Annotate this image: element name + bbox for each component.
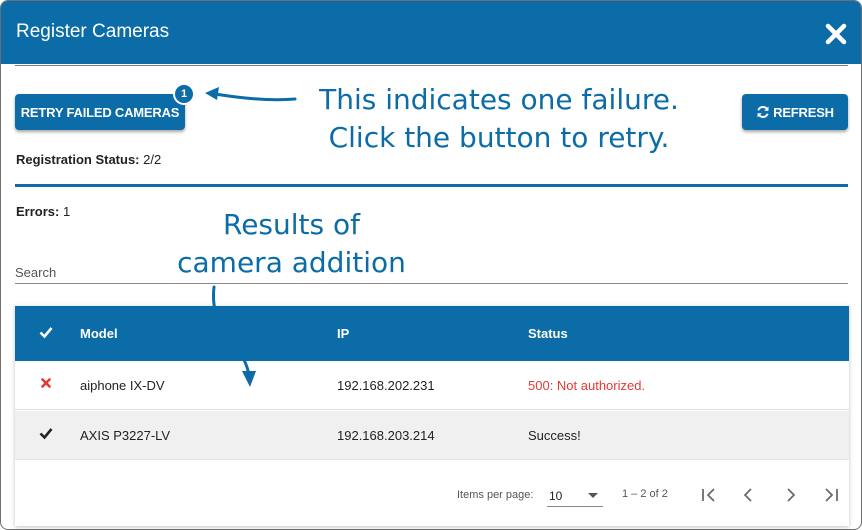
annotation-failure: This indicates one failure. Click the bu… — [299, 81, 699, 157]
select-all-check-icon[interactable] — [39, 325, 53, 342]
column-header-status[interactable]: Status — [528, 326, 568, 341]
dialog-header: Register Cameras — [1, 1, 861, 64]
first-page-icon[interactable] — [697, 483, 721, 507]
cell-ip: 192.168.203.214 — [337, 428, 435, 443]
last-page-icon[interactable] — [819, 483, 843, 507]
retry-failed-cameras-button[interactable]: RETRY FAILED CAMERAS — [15, 94, 185, 130]
registration-status: Registration Status: 2/2 — [16, 152, 161, 167]
next-page-icon[interactable] — [779, 483, 803, 507]
page-size-select[interactable]: 10 — [547, 483, 603, 507]
errors-label: Errors: — [16, 204, 60, 219]
paginator: Items per page: 10 1 – 2 of 2 — [15, 461, 849, 526]
error-x-icon — [39, 376, 53, 390]
errors-count: Errors: 1 — [16, 204, 70, 219]
cell-ip: 192.168.202.231 — [337, 378, 435, 393]
annotation-results: Results of camera addition — [149, 206, 434, 282]
refresh-button-label: REFRESH — [773, 104, 834, 120]
refresh-button[interactable]: REFRESH — [742, 94, 848, 130]
annotation-results-line2: camera addition — [177, 246, 406, 279]
cell-model: aiphone IX-DV — [80, 378, 165, 393]
column-header-ip[interactable]: IP — [337, 326, 349, 341]
annotation-failure-line1: This indicates one failure. — [319, 83, 679, 116]
table-row[interactable]: aiphone IX-DV 192.168.202.231 500: Not a… — [15, 361, 849, 410]
status-divider — [15, 184, 848, 187]
annotation-arrow-results — [211, 285, 256, 387]
table-header: Model IP Status — [15, 306, 849, 361]
registration-status-label: Registration Status: — [16, 152, 140, 167]
page-size-value: 10 — [549, 489, 563, 503]
previous-page-icon[interactable] — [736, 483, 760, 507]
refresh-icon — [757, 106, 769, 118]
cell-status: Success! — [528, 428, 581, 443]
register-cameras-dialog: Register Cameras RETRY FAILED CAMERAS 1 … — [0, 0, 862, 530]
column-header-model[interactable]: Model — [80, 326, 118, 341]
annotation-arrow-retry — [205, 87, 297, 102]
header-divider — [15, 65, 848, 66]
table-row[interactable]: AXIS P3227-LV 192.168.203.214 Success! — [15, 411, 849, 460]
failure-count-badge: 1 — [173, 83, 195, 105]
registration-status-value: 2/2 — [143, 152, 162, 167]
chevron-down-icon — [588, 493, 598, 498]
items-per-page-label: Items per page: — [457, 489, 534, 501]
page-range-label: 1 – 2 of 2 — [622, 488, 668, 500]
cameras-table: Model IP Status aiphone IX-DV 192.168.20… — [15, 306, 849, 526]
annotation-results-line1: Results of — [223, 208, 360, 241]
cell-status: 500: Not authorized. — [528, 378, 646, 393]
dialog-title: Register Cameras — [16, 21, 170, 42]
cell-model: AXIS P3227-LV — [80, 428, 171, 443]
retry-button-label: RETRY FAILED CAMERAS — [20, 104, 180, 120]
annotation-failure-line2: Click the button to retry. — [328, 121, 670, 154]
errors-value: 1 — [62, 204, 71, 219]
close-icon[interactable] — [825, 23, 847, 45]
check-icon — [39, 426, 53, 440]
